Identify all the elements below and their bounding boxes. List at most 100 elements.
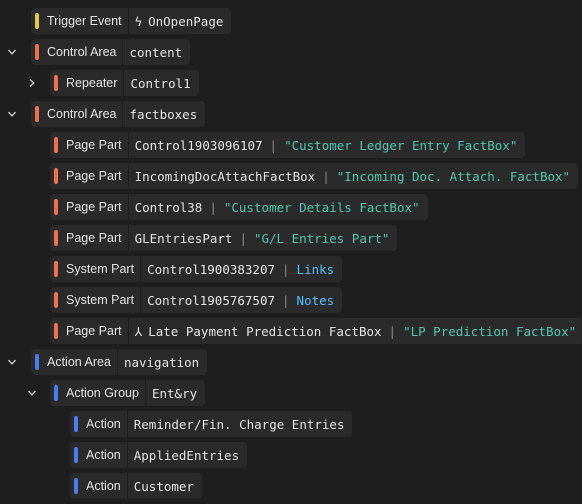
separator: | xyxy=(269,137,278,153)
tree-row-page-part[interactable]: Page Part ⅄ Late Payment Prediction Fact… xyxy=(0,318,582,344)
node-name: Customer xyxy=(133,478,194,494)
node-name: navigation xyxy=(123,354,200,370)
separator: | xyxy=(239,230,247,246)
node-caption: "Customer Details FactBox" xyxy=(223,199,420,215)
lightning-icon: ϟ xyxy=(134,13,143,29)
control-color-bar xyxy=(35,44,39,60)
tree-row-repeater[interactable]: Repeater Control1 xyxy=(0,70,582,96)
trigger-color-bar xyxy=(35,13,39,29)
separator: | xyxy=(282,292,290,308)
action-color-bar xyxy=(54,385,58,401)
separator: | xyxy=(322,168,330,184)
node-kind-label: Repeater xyxy=(66,76,118,90)
tree-node[interactable]: Repeater Control1 xyxy=(50,70,199,96)
tree-node[interactable]: System Part Control1900383207 | Links xyxy=(50,256,343,282)
node-value: factboxes xyxy=(122,101,197,127)
node-caption: "Incoming Doc. Attach. FactBox" xyxy=(336,168,571,184)
separator: | xyxy=(282,261,290,277)
tree-row-action[interactable]: Action Reminder/Fin. Charge Entries xyxy=(0,411,582,437)
tree-node[interactable]: Action Group Ent&ry xyxy=(50,380,206,406)
node-value: Ent&ry xyxy=(144,380,198,406)
node-kind-label: Page Part xyxy=(66,138,122,152)
tree-node[interactable]: Page Part IncomingDocAttachFactBox | "In… xyxy=(50,163,579,189)
tree-node[interactable]: Page Part Control38 | "Customer Details … xyxy=(50,194,428,220)
tree-row-page-part[interactable]: Page Part GLEntriesPart | "G/L Entries P… xyxy=(0,225,582,251)
node-kind-label: Page Part xyxy=(66,169,122,183)
tree-row-action-area[interactable]: Action Area navigation xyxy=(0,349,582,375)
node-name: IncomingDocAttachFactBox xyxy=(134,168,316,184)
node-kind-label: Action Group xyxy=(66,386,139,400)
control-color-bar xyxy=(54,323,58,339)
chevron-right-icon[interactable] xyxy=(25,76,39,90)
node-kind-label: Action xyxy=(86,417,121,431)
node-name: Control1 xyxy=(130,75,191,91)
node-name: Late Payment Prediction FactBox xyxy=(148,323,382,339)
tree-node[interactable]: Action AppliedEntries xyxy=(70,442,248,468)
node-name: Control1903096107 xyxy=(134,137,263,153)
node-kind-label: Control Area xyxy=(47,107,117,121)
node-value: Reminder/Fin. Charge Entries xyxy=(126,411,345,437)
control-color-bar xyxy=(54,168,58,184)
tree-node[interactable]: Trigger Event ϟ OnOpenPage xyxy=(31,8,232,34)
node-name: GLEntriesPart xyxy=(134,230,233,246)
node-kind-label: System Part xyxy=(66,262,135,276)
node-value: ⅄ Late Payment Prediction FactBox | "LP … xyxy=(127,318,577,344)
tree-row-page-part[interactable]: Page Part Control1903096107 | "Customer … xyxy=(0,132,582,158)
node-kind-label: Action xyxy=(86,479,121,493)
tree-node[interactable]: Control Area factboxes xyxy=(31,101,206,127)
chevron-down-icon[interactable] xyxy=(5,107,19,121)
tree-node[interactable]: Action Customer xyxy=(70,473,202,499)
system-part-kind: Notes xyxy=(296,292,335,308)
action-color-bar xyxy=(35,354,39,370)
tree-node[interactable]: Control Area content xyxy=(31,39,191,65)
tree-row-control-area-content[interactable]: Control Area content xyxy=(0,39,582,65)
node-value: Control1900383207 | Links xyxy=(140,256,334,282)
tree-node[interactable]: Page Part GLEntriesPart | "G/L Entries P… xyxy=(50,225,398,251)
tree-node[interactable]: System Part Control1905767507 | Notes xyxy=(50,287,343,313)
tree-row-action[interactable]: Action AppliedEntries xyxy=(0,442,582,468)
tree-node[interactable]: Action Reminder/Fin. Charge Entries xyxy=(70,411,353,437)
tree-row-system-part[interactable]: System Part Control1900383207 | Links xyxy=(0,256,582,282)
control-color-bar xyxy=(54,75,58,91)
chevron-down-icon[interactable] xyxy=(25,386,39,400)
node-value: GLEntriesPart | "G/L Entries Part" xyxy=(127,225,389,251)
node-caption: "LP Prediction FactBox" xyxy=(403,323,577,339)
node-name: Ent&ry xyxy=(151,385,198,401)
outline-tree: Trigger Event ϟ OnOpenPage Control Area … xyxy=(0,0,582,504)
node-kind-label: Page Part xyxy=(66,200,122,214)
tree-node[interactable]: Action Area navigation xyxy=(31,349,208,375)
node-kind-label: Action xyxy=(86,448,121,462)
tree-row-control-area-factboxes[interactable]: Control Area factboxes xyxy=(0,101,582,127)
tree-row-system-part[interactable]: System Part Control1905767507 | Notes xyxy=(0,287,582,313)
node-name: Control38 xyxy=(134,199,203,215)
node-name: factboxes xyxy=(129,106,198,122)
node-name: Control1905767507 xyxy=(147,292,276,308)
node-name: Reminder/Fin. Charge Entries xyxy=(133,416,345,432)
action-color-bar xyxy=(74,478,78,494)
extension-icon: ⅄ xyxy=(134,323,143,339)
node-value: Control1905767507 | Notes xyxy=(140,287,334,313)
tree-row-page-part[interactable]: Page Part Control38 | "Customer Details … xyxy=(0,194,582,220)
node-value: AppliedEntries xyxy=(126,442,240,468)
separator: | xyxy=(209,199,217,215)
tree-row-action[interactable]: Action Customer xyxy=(0,473,582,499)
node-value: navigation xyxy=(116,349,200,375)
tree-row-action-group[interactable]: Action Group Ent&ry xyxy=(0,380,582,406)
chevron-down-icon[interactable] xyxy=(5,355,19,369)
tree-row-page-part[interactable]: Page Part IncomingDocAttachFactBox | "In… xyxy=(0,163,582,189)
control-color-bar xyxy=(35,106,39,122)
chevron-down-icon[interactable] xyxy=(5,45,19,59)
tree-node[interactable]: Page Part Control1903096107 | "Customer … xyxy=(50,132,526,158)
node-value: ϟ OnOpenPage xyxy=(127,8,223,34)
tree-row-trigger-event[interactable]: Trigger Event ϟ OnOpenPage xyxy=(0,8,582,34)
control-color-bar xyxy=(54,230,58,246)
node-value: Control1 xyxy=(123,70,191,96)
node-value: Customer xyxy=(126,473,194,499)
node-kind-label: Page Part xyxy=(66,324,122,338)
action-color-bar xyxy=(74,447,78,463)
node-name: AppliedEntries xyxy=(133,447,240,463)
tree-node[interactable]: Page Part ⅄ Late Payment Prediction Fact… xyxy=(50,318,582,344)
node-kind-label: Trigger Event xyxy=(47,14,122,28)
node-value: Control38 | "Customer Details FactBox" xyxy=(127,194,420,220)
node-caption: "Customer Ledger Entry FactBox" xyxy=(284,137,518,153)
